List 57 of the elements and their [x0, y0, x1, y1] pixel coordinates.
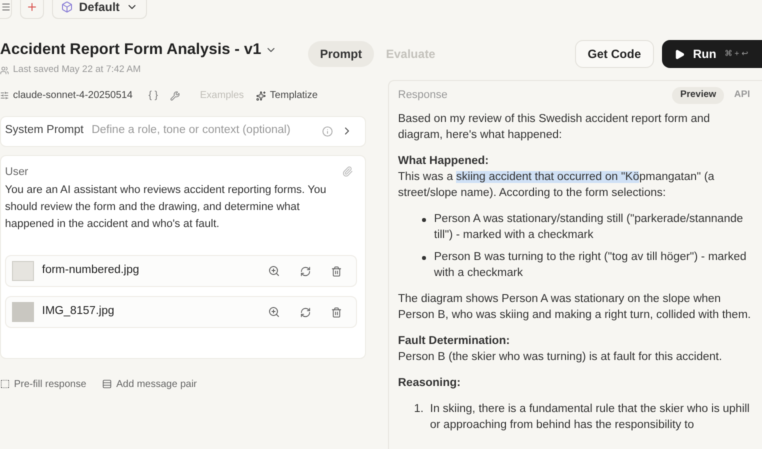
attachment-name: form-numbered.jpg	[42, 263, 140, 278]
response-heading: What Happened:	[398, 154, 490, 168]
response-paragraph: Person B (the skier who was turning) is at fault for this accident.	[398, 350, 724, 364]
wrench-icon[interactable]	[170, 90, 180, 100]
model-selector[interactable]: claude-sonnet-4-20250514	[0, 88, 133, 103]
user-message-text: You are an AI assistant who reviews accident reporting forms. You should review the form and the drawing, and determine what happened in the accident and who's at fault.	[5, 183, 328, 232]
delete-icon[interactable]	[331, 306, 342, 318]
attachment-row[interactable]: form-numbered.jpg	[5, 255, 357, 287]
zoom-icon[interactable]	[268, 265, 280, 277]
workspace-dropdown[interactable]: Default	[52, 0, 147, 19]
list-text: In skiing, there is a fundamental rule that the skier who is uphill or approaching from behind has the responsibility to	[430, 402, 751, 432]
paperclip-icon[interactable]	[342, 166, 353, 178]
variables-button[interactable]: { }	[148, 88, 158, 103]
zoom-icon[interactable]	[268, 306, 280, 318]
response-paragraph: This was a skiing accident that occurred on "Köpmangatan" (a street/slope name). According to the form selections:	[398, 170, 716, 200]
mode-tab[interactable]: Prompt	[308, 41, 374, 67]
refresh-icon[interactable]	[300, 266, 311, 276]
sparkle-icon	[256, 90, 266, 100]
response-heading: Fault Determination:	[398, 334, 511, 348]
users-icon	[0, 66, 9, 75]
rows-icon	[102, 379, 112, 389]
user-label: User	[5, 164, 28, 180]
sketch-thumbnail	[12, 302, 34, 322]
response-heading: Reasoning:	[398, 376, 462, 390]
run-button[interactable]: Run ⌘ + ↩	[662, 40, 762, 68]
bullet-icon	[422, 256, 426, 260]
response-label: Response	[398, 88, 448, 104]
prefill-button[interactable]: Pre-fill response	[0, 376, 86, 392]
bullet-icon	[422, 218, 426, 222]
add-pair-button[interactable]: Add message pair	[102, 376, 197, 392]
response-paragraph: Based on my review of this Swedish accident report form and diagram, here's what happened:	[398, 112, 711, 142]
system-prompt-placeholder: Define a role, tone or context (optional)	[92, 123, 290, 138]
play-icon	[674, 48, 685, 60]
refresh-icon[interactable]	[300, 306, 311, 318]
templatize-button[interactable]: Templatize	[256, 88, 318, 103]
dashed-square-icon	[0, 379, 10, 389]
attachment-row[interactable]: IMG_8157.jpg	[5, 296, 357, 328]
menu-button[interactable]	[0, 0, 12, 19]
list-number: 1.	[414, 402, 425, 416]
response-paragraph: The diagram shows Person A was stationary on the slope when Person B, who was skiing and making a right turn, collided with them.	[398, 292, 752, 322]
delete-icon[interactable]	[331, 266, 342, 276]
plus-icon	[26, 1, 38, 13]
attachment-name: IMG_8157.jpg	[42, 304, 114, 320]
view-tab[interactable]: Preview	[672, 87, 724, 104]
new-button[interactable]	[20, 0, 44, 19]
prompt-title: Accident Report Form Analysis - v1	[0, 40, 262, 60]
system-prompt-bar[interactable]: System Prompt Define a role, tone or context (optional)	[0, 116, 366, 146]
menu-icon	[0, 2, 10, 12]
shortcut-hint: ⌘ + ↩	[724, 48, 748, 60]
bullet-text: Person A was stationary/standing still ("parkerade/stannande till") - marked with a checkmark	[434, 212, 744, 242]
cube-icon	[61, 1, 73, 13]
system-prompt-label: System Prompt	[5, 123, 84, 138]
saved-status: Last saved May 22 at 7:42 AM	[13, 63, 141, 78]
bullet-text: Person B was turning to the right ("tog av till höger") - marked with a checkmark	[434, 250, 748, 280]
get-code-button[interactable]: Get Code	[574, 40, 654, 68]
sliders-icon	[0, 91, 9, 100]
form-thumbnail	[12, 261, 34, 281]
